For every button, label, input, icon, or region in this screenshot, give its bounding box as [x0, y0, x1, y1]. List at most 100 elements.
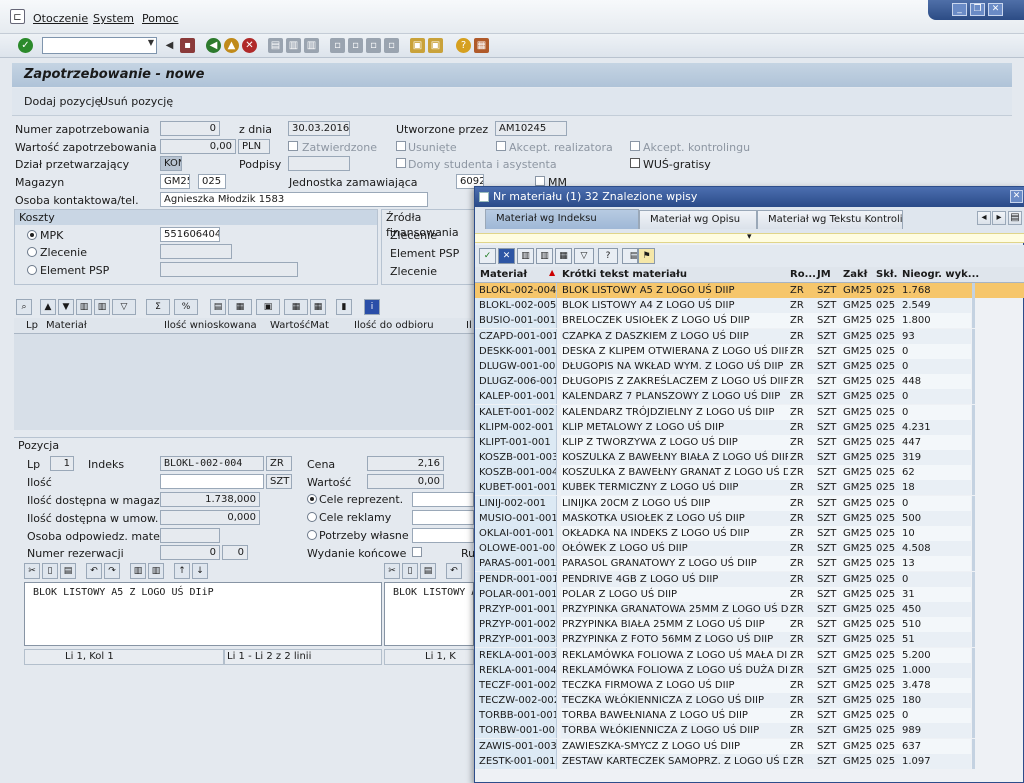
col-material[interactable]: Materiał [480, 269, 527, 280]
result-row[interactable]: PARAS-001-001 PARASOL GRANATOWY Z LOGO UŚ… [475, 556, 1024, 572]
find-next-icon[interactable]: ▥ [148, 563, 164, 579]
result-row[interactable]: PENDR-001-001 PENDRIVE 4GB Z LOGO UŚ DIIP… [475, 571, 1024, 587]
col-skl[interactable]: Skł. [876, 269, 897, 280]
col-ro[interactable]: Ro... [790, 269, 816, 280]
menu-otoczenie[interactable]: Otoczenie [33, 12, 88, 25]
wus-checkbox[interactable] [630, 158, 640, 168]
next-page-icon[interactable]: ▫ [366, 38, 381, 53]
redo-icon[interactable]: ↷ [104, 563, 120, 579]
back-icon[interactable]: ◀ [206, 38, 221, 53]
akcept-kontrolingu-checkbox[interactable] [630, 141, 640, 151]
close-icon[interactable]: ✕ [988, 3, 1003, 16]
confirm-icon[interactable]: ✓ [479, 248, 496, 264]
info-icon[interactable]: i [364, 299, 380, 315]
filter-icon[interactable]: ▽ [112, 299, 136, 315]
result-row[interactable]: CZAPD-001-001 CZAPKA Z DASZKIEM Z LOGO UŚ… [475, 328, 1024, 344]
settings-icon[interactable]: ⚑ [638, 248, 655, 264]
tab-scroll-right-icon[interactable]: ▸ [992, 211, 1006, 225]
find-next-icon[interactable]: ▥ [536, 248, 553, 264]
zlecenie-radio[interactable] [27, 247, 37, 257]
find-icon[interactable]: ▥ [286, 38, 301, 53]
result-row[interactable]: PRZYP-001-003 PRZYPINKA Z FOTO 56MM Z LOG… [475, 632, 1024, 648]
result-row[interactable]: ZAWIS-001-003 ZAWIESZKA-SMYCZ Z LOGO UŚ D… [475, 738, 1024, 754]
sort-desc-icon[interactable]: ▼ [58, 299, 74, 315]
layout-icon[interactable]: ▦ [284, 299, 308, 315]
col-ilosc-do-odbioru[interactable]: Ilość do odbioru [354, 320, 434, 331]
result-row[interactable]: TECZF-001-002 TECZKA FIRMOWA Z LOGO UŚ DI… [475, 677, 1024, 693]
result-row[interactable]: KLIPM-002-001 KLIP METALOWY Z LOGO UŚ DII… [475, 419, 1024, 435]
enter-icon[interactable]: ✓ [18, 38, 33, 53]
remove-item-button[interactable]: Usuń pozycję [100, 95, 173, 108]
last-page-icon[interactable]: ▫ [384, 38, 399, 53]
result-row[interactable]: DESKK-001-001 DESKA Z KLIPEM OTWIERANA Z … [475, 343, 1024, 359]
tab-material-opis[interactable]: Materiał wg Opisu [639, 210, 757, 229]
mm-checkbox[interactable] [535, 176, 545, 186]
upload-icon[interactable]: ↑ [174, 563, 190, 579]
magazyn-field-2[interactable]: 025 [198, 174, 226, 189]
magazyn-field[interactable]: GM25 [160, 174, 190, 189]
result-row[interactable]: REKLA-001-004 REKLAMÓWKA FOLIOWA Z LOGO U… [475, 662, 1024, 678]
result-row[interactable]: DLUGW-001-007 DŁUGOPIS NA WKŁAD WYM. Z LO… [475, 358, 1024, 374]
result-row[interactable]: POLAR-001-001 POLAR Z LOGO UŚ DIIP ZR SZT GM… [475, 586, 1024, 602]
cele-repr-field[interactable] [412, 492, 474, 507]
menu-pomoc[interactable]: Pomoc [142, 12, 178, 25]
result-row[interactable]: BUSIO-001-001 BRELOCZEK USIOŁEK Z LOGO UŚ… [475, 313, 1024, 329]
undo-icon[interactable]: ↶ [86, 563, 102, 579]
dzial-field[interactable]: KON [160, 156, 182, 171]
cut-icon[interactable]: ✂ [24, 563, 40, 579]
mpk-field[interactable]: 551606404 [160, 227, 220, 242]
col-ilosc-wnioskowana[interactable]: Ilość wnioskowana [164, 320, 257, 331]
cancel-icon[interactable]: ✕ [498, 248, 515, 264]
usuniete-checkbox[interactable] [396, 141, 406, 151]
result-row[interactable]: LINIJ-002-001 LINIJKA 20CM Z LOGO UŚ DIIP… [475, 495, 1024, 511]
help-icon[interactable]: ? [456, 38, 471, 53]
tab-list-icon[interactable]: ▤ [1008, 211, 1022, 225]
exit-icon[interactable]: ▲ [224, 38, 239, 53]
ilosc-field[interactable] [160, 474, 264, 489]
copy-icon[interactable]: ▯ [402, 563, 418, 579]
shortcut-icon[interactable]: ▣ [428, 38, 443, 53]
back-arrow-icon[interactable]: ◀ [162, 38, 177, 53]
copy-icon[interactable]: ▯ [42, 563, 58, 579]
result-row[interactable]: KALEP-001-001 KALENDARZ 7 PLANSZOWY Z LOG… [475, 389, 1024, 405]
prev-page-icon[interactable]: ▫ [348, 38, 363, 53]
mpk-radio[interactable] [27, 230, 37, 240]
col-il[interactable]: Il [466, 320, 472, 331]
col-jm[interactable]: JM [817, 269, 831, 280]
col-wartoscmat[interactable]: WartośćMat [270, 320, 329, 331]
wydanie-checkbox[interactable] [412, 547, 422, 557]
text-editor-2[interactable]: BLOK LISTOWY A [384, 582, 474, 646]
result-row[interactable]: OKLAI-001-001 OKŁADKA NA INDEKS Z LOGO UŚ… [475, 526, 1024, 541]
result-row[interactable]: KOSZB-001-004 KOSZULKA Z BAWEŁNY GRANAT Z… [475, 465, 1024, 481]
first-page-icon[interactable]: ▫ [330, 38, 345, 53]
cele-rekl-field[interactable] [412, 510, 474, 525]
result-row[interactable]: ZESTK-001-001 ZESTAW KARTECZEK SAMOPRZ. Z… [475, 753, 1024, 769]
layout-icon[interactable]: ▦ [474, 38, 489, 53]
cut-icon[interactable]: ✂ [384, 563, 400, 579]
sort-asc-icon[interactable]: ▲ [40, 299, 56, 315]
find-icon[interactable]: ▥ [130, 563, 146, 579]
result-row[interactable]: TORBB-001-001 TORBA BAWEŁNIANA Z LOGO UŚ … [475, 708, 1024, 724]
grid-icon[interactable]: ▦ [310, 299, 326, 315]
col-krotki-tekst[interactable]: Krótki tekst materiału [562, 269, 687, 280]
result-row[interactable]: PRZYP-001-001 PRZYPINKA GRANATOWA 25MM Z … [475, 601, 1024, 617]
popup-restrictions-bar[interactable]: ▾ [475, 232, 1024, 243]
tab-material-indeks[interactable]: Materiał wg Indeksu [485, 209, 639, 229]
result-row[interactable]: KUBET-001-001 KUBEK TERMICZNY Z LOGO UŚ D… [475, 480, 1024, 496]
col-material[interactable]: Materiał [46, 320, 87, 331]
sap-menu-icon[interactable]: ⊏ [10, 9, 25, 24]
cancel-icon[interactable]: ✕ [242, 38, 257, 53]
result-row[interactable]: KLIPT-001-001 KLIP Z TWORZYWA Z LOGO UŚ D… [475, 434, 1024, 450]
potrzeby-radio[interactable] [307, 530, 317, 540]
subtotal-icon[interactable]: % [174, 299, 198, 315]
result-row[interactable]: MUSIO-001-001 MASKOTKA USIOŁEK Z LOGO UŚ … [475, 510, 1024, 526]
details-icon[interactable]: ⌕ [16, 299, 32, 315]
find-next-icon[interactable]: ▥ [304, 38, 319, 53]
col-nieogr[interactable]: Nieogr. wyk... [902, 269, 979, 280]
tab-material-tekst[interactable]: Materiał wg Tekstu Kontroli [757, 210, 903, 229]
text-editor-1[interactable]: BLOK LISTOWY A5 Z LOGO UŚ DIiP [24, 582, 382, 646]
items-grid-body[interactable] [14, 334, 474, 430]
add-item-button[interactable]: Dodaj pozycję [24, 95, 101, 108]
indeks-field[interactable]: BLOKL-002-004 [160, 456, 264, 471]
result-row[interactable]: TECZW-002-002 TECZKA WŁÓKIENNICZA Z LOGO … [475, 693, 1024, 709]
